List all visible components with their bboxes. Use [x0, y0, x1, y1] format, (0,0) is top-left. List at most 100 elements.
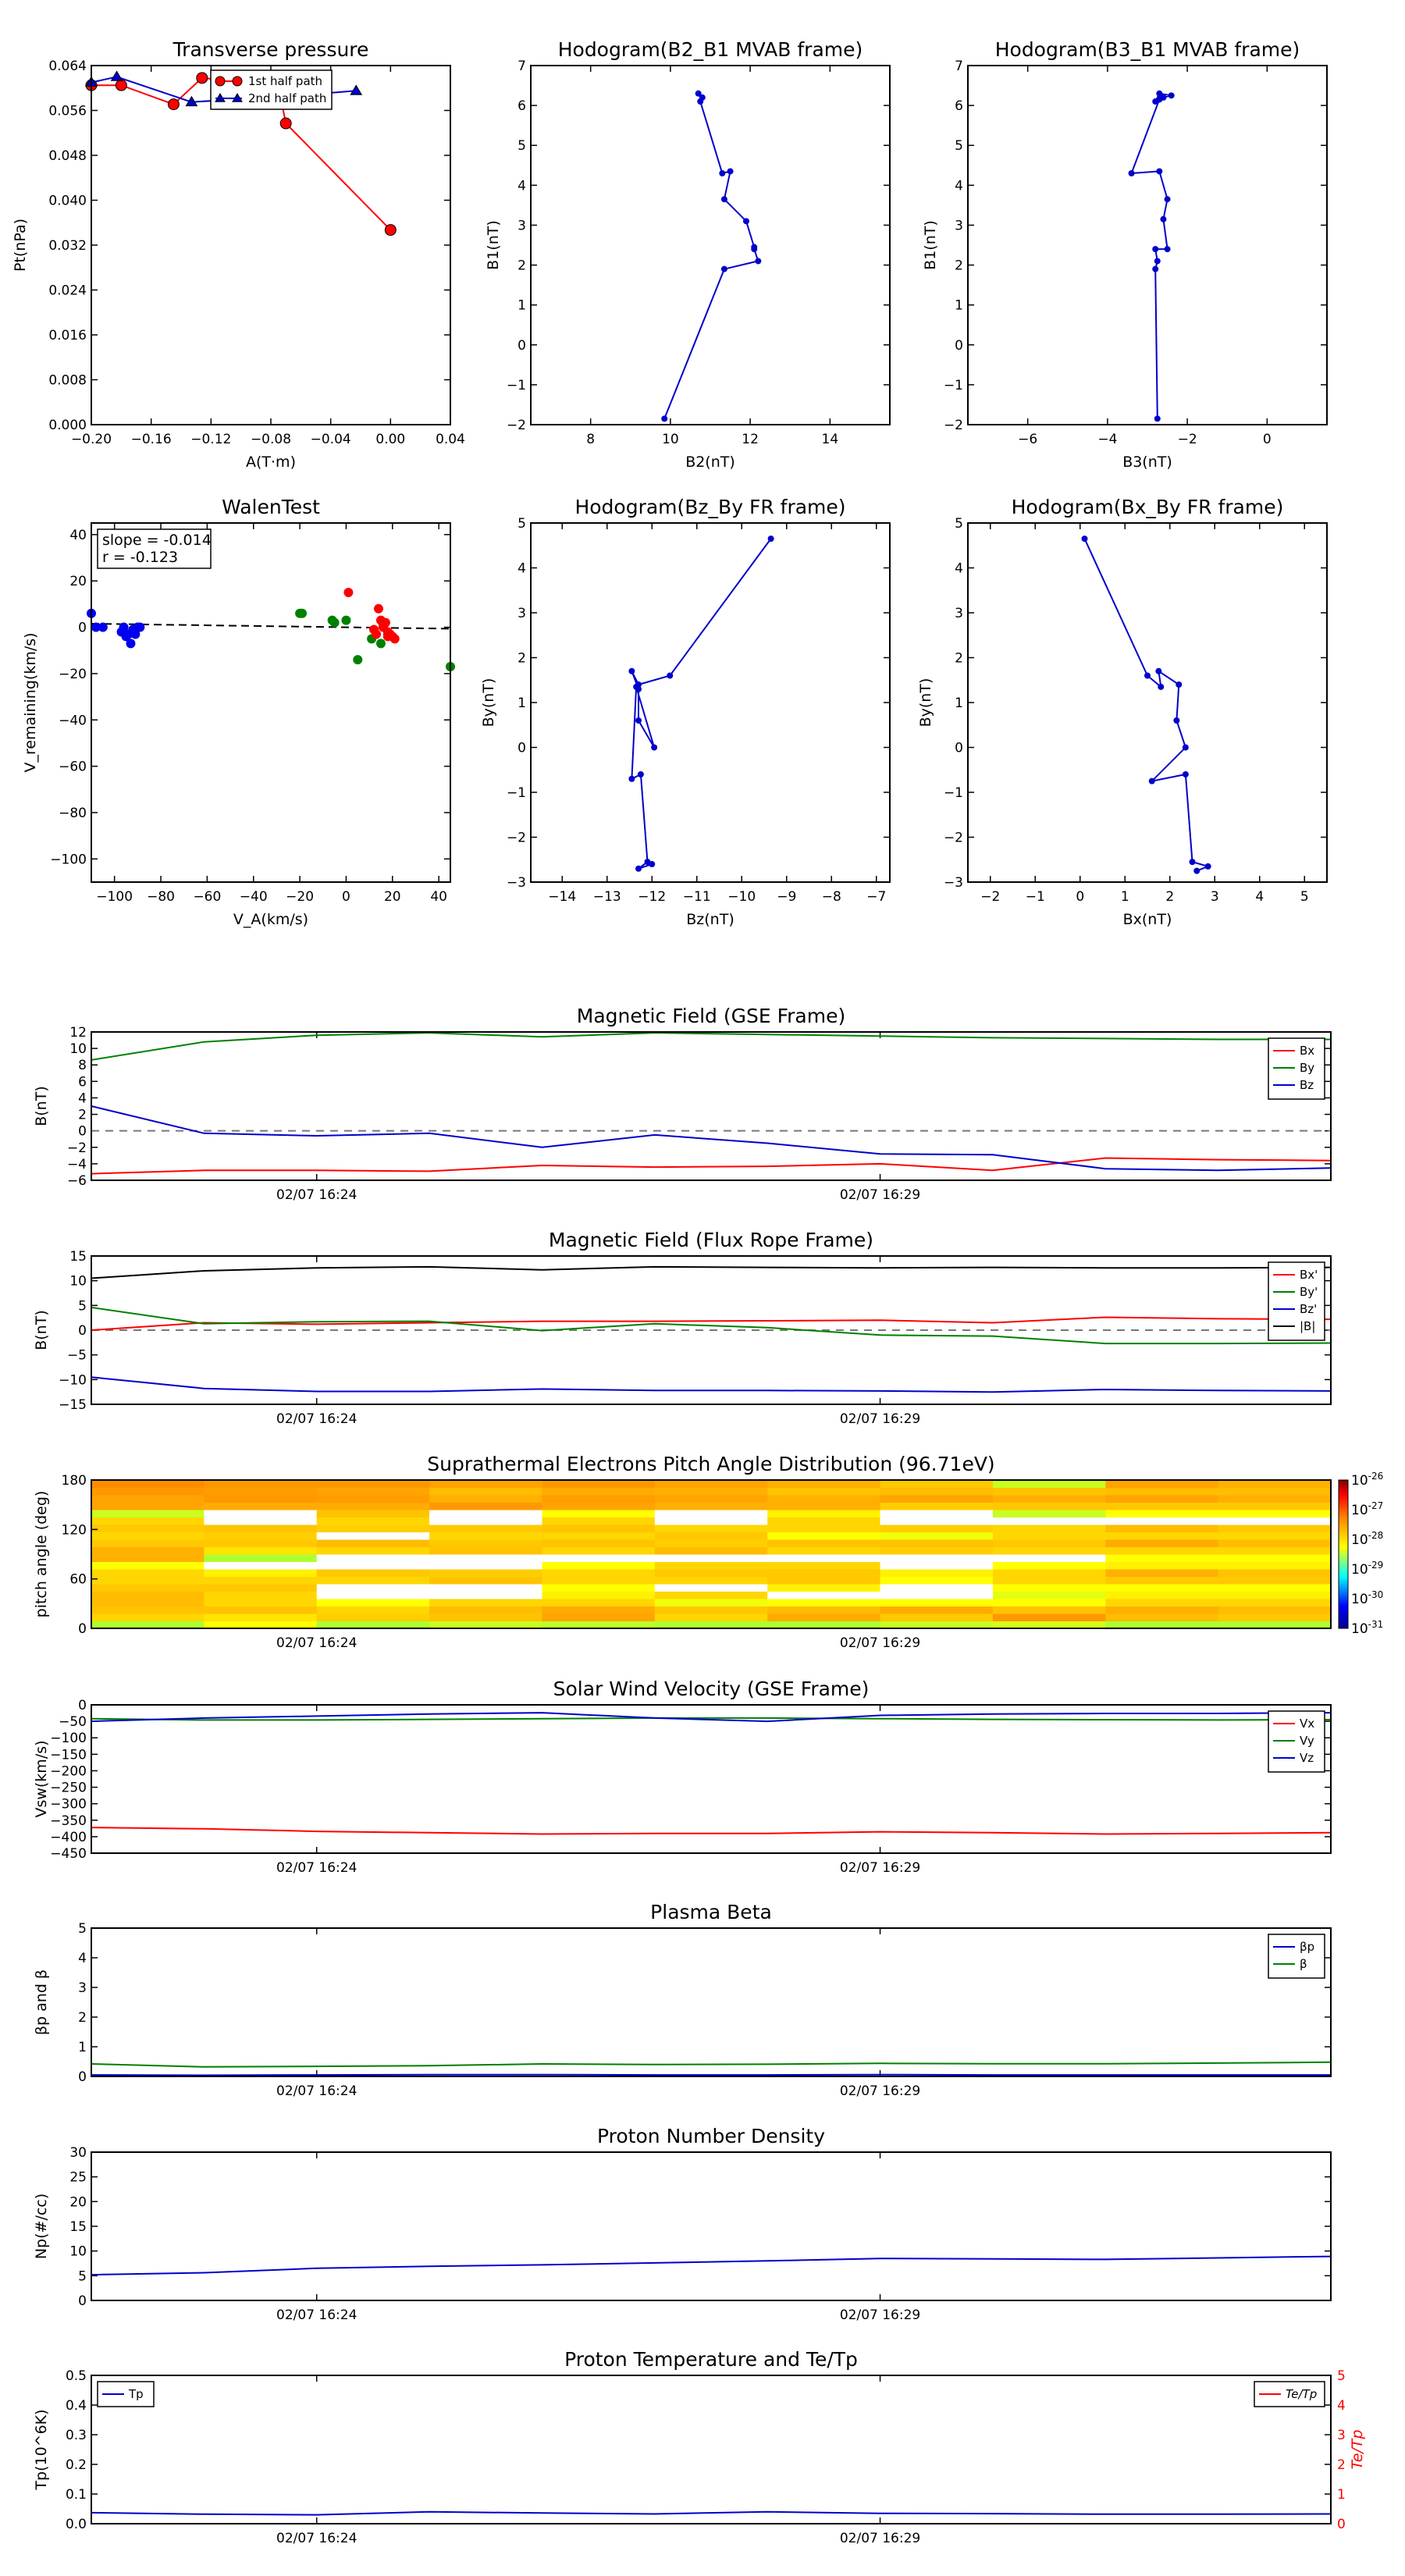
vsw-ytick-label: −400 [50, 1830, 87, 1845]
tp-y2tick-label: 3 [1337, 2428, 1346, 2443]
pad-cell [992, 1561, 1106, 1570]
walen-xtick-label: −20 [286, 889, 314, 905]
pad-cell [654, 1591, 768, 1599]
mag_fr-legend-label: Bz' [1300, 1302, 1317, 1316]
fr1-xtick-label: −8 [822, 889, 841, 905]
fr1-point [651, 744, 658, 751]
pad-cell [1105, 1487, 1219, 1496]
pad-cell [654, 1561, 768, 1570]
pad-cell [1218, 1599, 1332, 1606]
pad-cell [316, 1517, 430, 1525]
pad-cell [1218, 1480, 1332, 1488]
pt-xtick-label: −0.12 [190, 432, 231, 447]
pt-xtick-label: 0.04 [436, 432, 465, 447]
pad-cell [654, 1517, 768, 1525]
walen-xtick-label: 20 [384, 889, 401, 905]
mag_gse-ytick-label: 0 [78, 1124, 87, 1140]
walen-point [98, 622, 108, 632]
pad-cell [316, 1539, 430, 1547]
walen-ytick-label: −100 [50, 852, 87, 867]
pad-cell [767, 1584, 881, 1592]
pt-xtick-label: 0.00 [375, 432, 405, 447]
pad-cell [91, 1517, 205, 1525]
pad-cell [1105, 1517, 1219, 1525]
pad-cell [1218, 1502, 1332, 1510]
pad-cell [429, 1525, 542, 1532]
hodo2-ylabel: B1(nT) [922, 220, 939, 270]
pt-point [350, 84, 363, 95]
np-ytick-label: 30 [69, 2145, 87, 2161]
pad-cell [429, 1584, 542, 1592]
pad-cell [654, 1584, 768, 1592]
fr1-xtick-label: −10 [727, 889, 756, 905]
pt-xtick-label: −0.20 [71, 432, 112, 447]
pad-cell [992, 1510, 1106, 1517]
pad-cell [316, 1554, 430, 1562]
hodo1-ytick-label: −2 [507, 418, 526, 433]
fr1-ytick-label: 5 [518, 516, 526, 532]
pad-cell [204, 1599, 318, 1606]
tp-y2tick-label: 4 [1337, 2398, 1346, 2414]
pad-colorbar-label: 10-26 [1351, 1471, 1383, 1489]
mag_gse-ytick-label: 8 [78, 1058, 87, 1073]
vsw-panel: Solar Wind Velocity (GSE Frame)−450−400−… [33, 1678, 1332, 1876]
vsw-series-line [91, 1827, 1332, 1835]
vsw-xtick-label: 02/07 16:24 [276, 1860, 357, 1876]
beta-ytick-label: 1 [78, 2040, 87, 2055]
hodo2-point [1164, 246, 1171, 253]
pad-cell [992, 1480, 1106, 1488]
pad-cell [91, 1525, 205, 1532]
tp-y2tick-label: 5 [1337, 2368, 1346, 2384]
pad-colorbar-label: 10-30 [1351, 1589, 1383, 1607]
np-ytick-label: 0 [78, 2293, 87, 2309]
pad-cell [992, 1576, 1106, 1585]
mag_gse-ytick-label: 10 [69, 1041, 87, 1057]
hodo2-point [1164, 196, 1171, 203]
mag_fr-series-line [91, 1306, 1332, 1345]
hodo2-ytick-label: 5 [955, 138, 963, 154]
beta-legend-label: βp [1300, 1940, 1314, 1954]
pad-xtick-label: 02/07 16:24 [276, 1635, 357, 1651]
walen-point [375, 639, 386, 649]
walen-point [378, 620, 388, 630]
pad-cell [542, 1487, 656, 1496]
pad-cell [1218, 1569, 1332, 1577]
hodo1-xtick-label: 10 [662, 432, 679, 447]
beta-panel: Plasma Beta 0 1 2 3 4 5 02/07 16:24 02/07 16:29 β… [33, 1901, 1332, 2099]
tp-legend-label: Te/Tp [1286, 2387, 1317, 2401]
hodo1-ytick-label: 7 [518, 59, 526, 74]
fr2-xtick-label: −2 [980, 889, 1000, 905]
hodo1-ytick-label: 0 [518, 338, 526, 354]
pad-cell [91, 1502, 205, 1510]
mag_gse-ytick-label: −2 [67, 1140, 87, 1156]
fr2-xtick-label: 0 [1076, 889, 1084, 905]
mag_gse-legend-label: Bz [1300, 1078, 1314, 1092]
pad-ytick-label: 180 [62, 1473, 87, 1489]
fr2-panel: Hodogram(Bx_By FR frame) −3 −2 −1 0 1 2 3 4 5 −2 −1… [917, 496, 1328, 928]
hodo2-ytick-label: 3 [955, 218, 963, 233]
mag_fr-ytick-label: −15 [59, 1397, 87, 1413]
hodo2-ytick-label: 2 [955, 258, 963, 274]
hodo1-ytick-label: 1 [518, 298, 526, 314]
mag_fr-legend-label: Bx' [1300, 1268, 1318, 1282]
pad-cell [654, 1495, 768, 1503]
fr1-xtick-label: −13 [593, 889, 621, 905]
mag_fr-xtick-label: 02/07 16:29 [840, 1411, 920, 1427]
fr2-xtick-label: 1 [1121, 889, 1129, 905]
pad-cell [880, 1561, 994, 1570]
walen-frame [91, 522, 451, 883]
pad-cell [1105, 1569, 1219, 1577]
mag_gse-ylabel: B(nT) [33, 1086, 50, 1126]
hodo1-xlabel: B2(nT) [685, 454, 735, 471]
pad-cell [204, 1569, 318, 1577]
fr2-frame [967, 522, 1328, 883]
pad-cell [316, 1561, 430, 1570]
pad-cell [880, 1591, 994, 1599]
pad-cell [91, 1584, 205, 1592]
pad-cell [654, 1546, 768, 1555]
walen-point [329, 617, 340, 628]
pad-cell [767, 1495, 881, 1503]
hodo1-point [661, 415, 668, 422]
beta-series-line [91, 2061, 1332, 2068]
pad-cell [992, 1502, 1106, 1510]
